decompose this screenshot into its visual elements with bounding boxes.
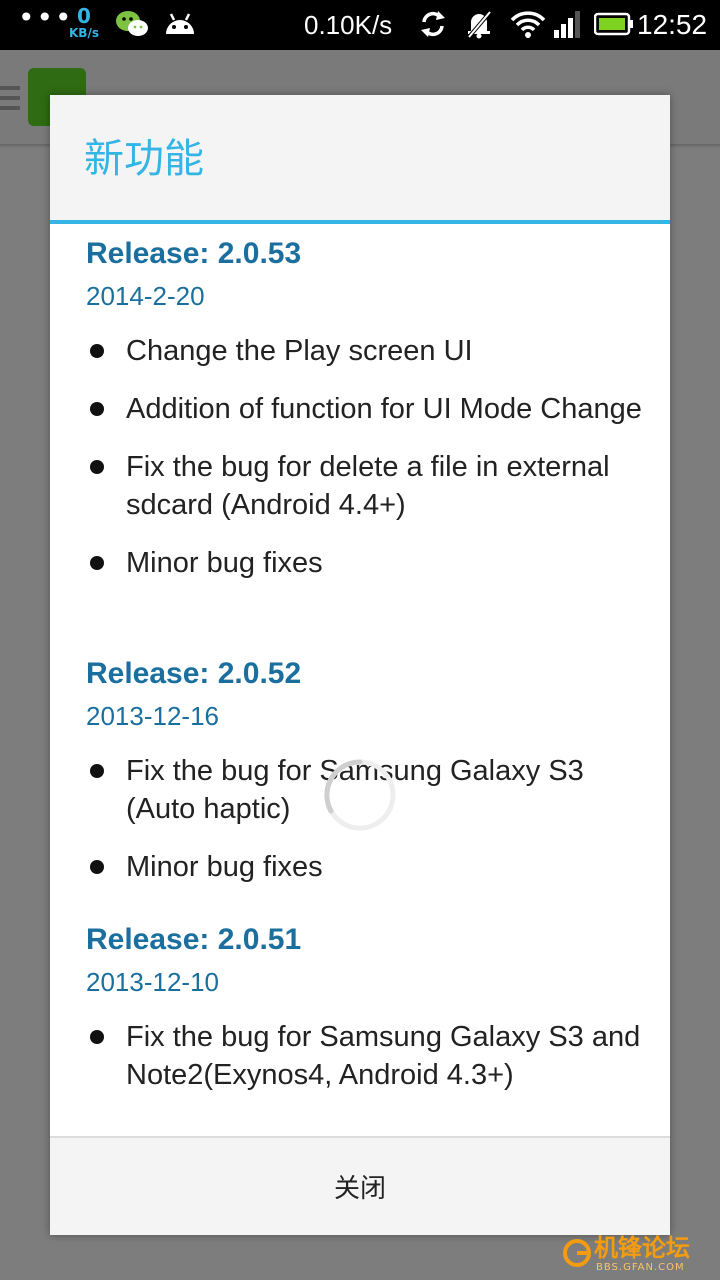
- release-date: 2013-12-16: [86, 701, 219, 731]
- menu-icon[interactable]: [0, 84, 22, 118]
- dialog-title: 新功能: [84, 136, 204, 182]
- list-item: Minor bug fixes: [86, 544, 646, 582]
- list-item-text: Minor bug fixes: [126, 547, 323, 579]
- close-button[interactable]: 关闭: [50, 1138, 670, 1235]
- bullet-icon: [90, 402, 104, 416]
- bullet-icon: [90, 344, 104, 358]
- release-block: Release: 2.0.51 2013-12-10 Fix the bug f…: [86, 922, 646, 1114]
- battery-icon: [593, 8, 634, 44]
- loading-spinner-icon: [322, 757, 398, 833]
- list-item-text: Fix the bug for Samsung Galaxy S3 and No…: [126, 1021, 641, 1091]
- release-date: 2013-12-10: [86, 967, 219, 997]
- list-item: Minor bug fixes: [86, 848, 646, 886]
- network-speed-value: 0: [77, 4, 91, 28]
- dialog-footer: 关闭: [50, 1136, 670, 1235]
- watermark-subtext: BBS.GFAN.COM: [596, 1262, 685, 1273]
- release-items: Change the Play screen UI Addition of fu…: [86, 332, 646, 582]
- list-item-text: Change the Play screen UI: [126, 335, 473, 367]
- release-heading: Release: 2.0.51: [86, 923, 302, 956]
- clock: 12:52: [637, 9, 708, 40]
- bullet-icon: [90, 556, 104, 570]
- sync-icon: [418, 8, 448, 44]
- release-date: 2014-2-20: [86, 281, 205, 311]
- signal-icon: [552, 8, 584, 44]
- notifications-muted-icon: [464, 8, 494, 44]
- gfan-logo-icon: [562, 1238, 592, 1272]
- network-speed-unit: KB/s: [69, 26, 99, 40]
- network-speed-indicator: 0 KB/s: [66, 6, 102, 40]
- release-notes-scroll[interactable]: Release: 2.0.53 2014-2-20 Change the Pla…: [50, 224, 670, 1134]
- dialog-title-bar: 新功能: [50, 95, 670, 224]
- list-item-text: Fix the bug for delete a file in externa…: [126, 451, 610, 521]
- wifi-icon: [510, 8, 546, 44]
- watermark-text: 机锋论坛: [594, 1234, 690, 1262]
- list-item: Change the Play screen UI: [86, 332, 646, 370]
- bullet-icon: [90, 1030, 104, 1044]
- release-items: Fix the bug for Samsung Galaxy S3 and No…: [86, 1018, 646, 1094]
- release-block: Release: 2.0.53 2014-2-20 Change the Pla…: [86, 236, 646, 602]
- list-item: Addition of function for UI Mode Change: [86, 390, 646, 428]
- watermark-logo: 机锋论坛 BBS.GFAN.COM: [562, 1234, 712, 1274]
- wechat-icon: [114, 8, 150, 44]
- list-item-text: Minor bug fixes: [126, 851, 323, 883]
- status-bar: ••• 0 KB/s 0.10K/s 12:52: [0, 0, 720, 50]
- android-icon: [162, 8, 198, 44]
- release-heading: Release: 2.0.53: [86, 237, 302, 270]
- whats-new-dialog: 新功能 Release: 2.0.53 2014-2-20 Change the…: [50, 95, 670, 1235]
- list-item: Fix the bug for delete a file in externa…: [86, 448, 646, 524]
- bullet-icon: [90, 460, 104, 474]
- list-item-text: Addition of function for UI Mode Change: [126, 393, 642, 425]
- bullet-icon: [90, 764, 104, 778]
- bullet-icon: [90, 860, 104, 874]
- release-heading: Release: 2.0.52: [86, 657, 302, 690]
- data-rate: 0.10K/s: [304, 10, 393, 40]
- list-item: Fix the bug for Samsung Galaxy S3 and No…: [86, 1018, 646, 1094]
